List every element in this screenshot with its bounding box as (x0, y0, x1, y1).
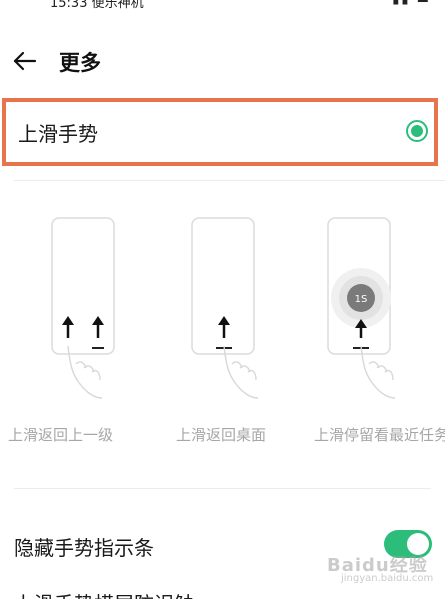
status-icons: ▮▮ ▬ (392, 0, 431, 7)
next-settings-row[interactable]: 上滑手势横屏防误触 (14, 588, 445, 599)
radio-selected-icon[interactable] (406, 120, 428, 142)
divider (14, 488, 431, 489)
hold-badge: 1S (355, 294, 368, 305)
illustration-home (170, 214, 282, 414)
divider (14, 180, 445, 181)
status-bar: 15:33 便乐神机 ▮▮ ▬ (0, 0, 445, 10)
watermark-url: jingyan.baidu.com (341, 573, 434, 584)
arrow-left-icon[interactable] (12, 48, 38, 74)
caption-recent-tasks: 上滑停留看最近任务 (314, 426, 445, 444)
header: 更多 (0, 40, 445, 80)
status-time: 15:33 便乐神机 (50, 0, 144, 10)
illustration-recent-tasks: 1S (306, 214, 418, 414)
watermark: Baidu经验 jingyan.baidu.com (327, 551, 439, 585)
gesture-option-label: 上滑手势 (18, 122, 98, 146)
page-title: 更多 (59, 51, 101, 75)
gesture-option-row[interactable]: 上滑手势 (2, 98, 438, 166)
next-settings-label: 上滑手势横屏防误触 (14, 588, 194, 599)
caption-back: 上滑返回上一级 (8, 426, 114, 444)
illustration-back (30, 214, 142, 414)
hide-indicator-label: 隐藏手势指示条 (14, 536, 154, 560)
caption-home: 上滑返回桌面 (176, 426, 267, 444)
